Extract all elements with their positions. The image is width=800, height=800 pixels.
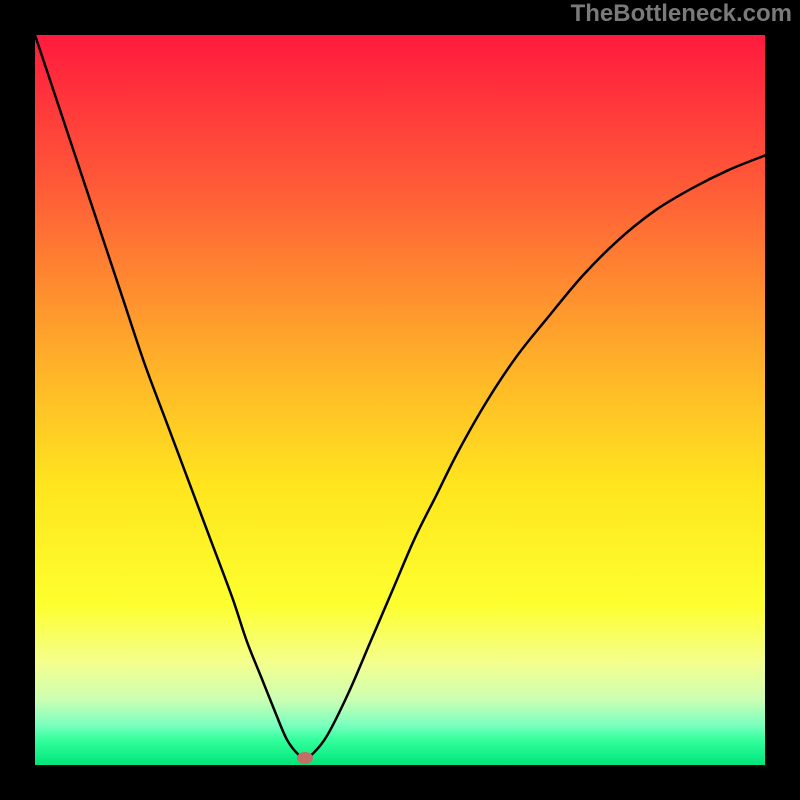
plot-area <box>35 35 765 765</box>
selected-point-marker <box>297 752 313 764</box>
background-gradient <box>35 35 765 765</box>
chart-canvas: TheBottleneck.com <box>0 0 800 800</box>
watermark-text: TheBottleneck.com <box>571 0 792 28</box>
